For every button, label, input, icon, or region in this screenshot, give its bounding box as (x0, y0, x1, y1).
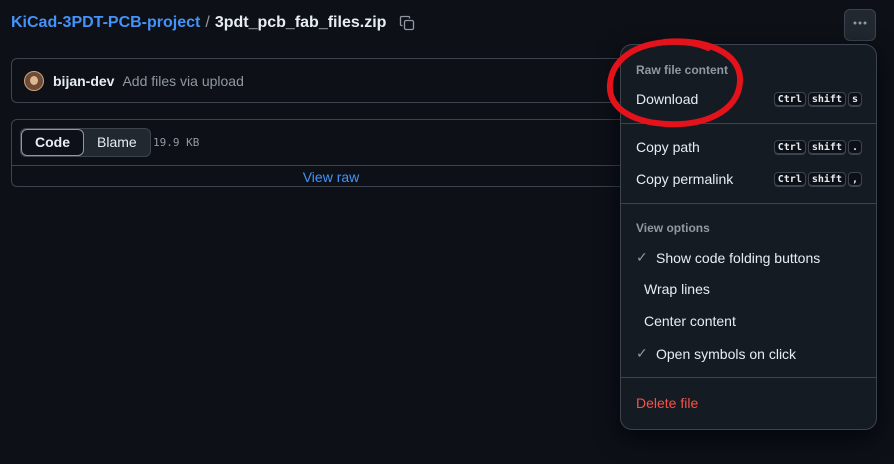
menu-divider (621, 377, 876, 378)
commit-message[interactable]: Add files via upload (122, 73, 243, 89)
avatar[interactable] (24, 70, 44, 91)
menu-divider (621, 123, 876, 124)
kbd-key: s (847, 91, 862, 107)
kbd-key: shift (807, 171, 846, 187)
check-icon: ✓ (636, 345, 648, 361)
file-header: Code Blame 19.9 KB (12, 120, 650, 166)
menu-item-label: Delete file (636, 395, 699, 411)
copy-icon[interactable] (399, 15, 415, 31)
menu-item-download[interactable]: Download Ctrl shift s (636, 91, 862, 107)
menu-item-label: Center content (644, 313, 736, 329)
keyboard-shortcut: Ctrl shift s (773, 91, 862, 107)
breadcrumb: KiCad-3PDT-PCB-project / 3pdt_pcb_fab_fi… (11, 14, 415, 32)
menu-divider (621, 203, 876, 204)
tab-code[interactable]: Code (21, 129, 84, 156)
kbd-key: Ctrl (773, 171, 806, 187)
check-icon: ✓ (636, 249, 648, 265)
menu-item-copy-path[interactable]: Copy path Ctrl shift . (636, 139, 862, 155)
kebab-horizontal-icon (852, 15, 868, 36)
menu-item-label: Copy path (636, 139, 700, 155)
tab-blame[interactable]: Blame (84, 129, 150, 156)
breadcrumb-repo-link[interactable]: KiCad-3PDT-PCB-project (11, 14, 200, 32)
file-options-menu: Raw file content Download Ctrl shift s C… (620, 44, 877, 430)
menu-section-view-options: View options (636, 221, 710, 235)
menu-item-show-code-folding[interactable]: ✓ Show code folding buttons (636, 249, 862, 266)
keyboard-shortcut: Ctrl shift , (773, 171, 862, 187)
kbd-key: . (847, 139, 862, 155)
kbd-key: Ctrl (773, 139, 806, 155)
breadcrumb-file-name: 3pdt_pcb_fab_files.zip (214, 14, 387, 31)
keyboard-shortcut: Ctrl shift . (773, 139, 862, 155)
breadcrumb-separator: / (205, 14, 210, 31)
menu-item-label: Open symbols on click (656, 345, 797, 362)
kbd-key: shift (807, 139, 846, 155)
kbd-key: Ctrl (773, 91, 806, 107)
menu-item-center-content[interactable]: Center content (644, 313, 870, 329)
menu-item-label: Copy permalink (636, 171, 734, 187)
kbd-key: , (847, 171, 862, 187)
menu-item-wrap-lines[interactable]: Wrap lines (644, 281, 870, 297)
commit-author[interactable]: bijan-dev (53, 73, 114, 89)
menu-section-raw-file-content: Raw file content (636, 63, 729, 77)
menu-item-label: Show code folding buttons (656, 249, 821, 266)
menu-item-delete-file[interactable]: Delete file (636, 395, 862, 411)
view-raw-link[interactable]: View raw (12, 169, 650, 185)
menu-item-open-symbols[interactable]: ✓ Open symbols on click (636, 345, 862, 362)
latest-commit-box: bijan-dev Add files via upload (11, 58, 651, 103)
kbd-key: shift (807, 91, 846, 107)
file-viewer: Code Blame 19.9 KB View raw (11, 119, 651, 187)
menu-item-label: Download (636, 91, 699, 107)
menu-item-label: Wrap lines (644, 281, 710, 297)
view-mode-toggle: Code Blame (20, 128, 151, 157)
menu-item-copy-permalink[interactable]: Copy permalink Ctrl shift , (636, 171, 862, 187)
file-size: 19.9 KB (153, 136, 200, 149)
more-options-button[interactable] (844, 9, 876, 41)
